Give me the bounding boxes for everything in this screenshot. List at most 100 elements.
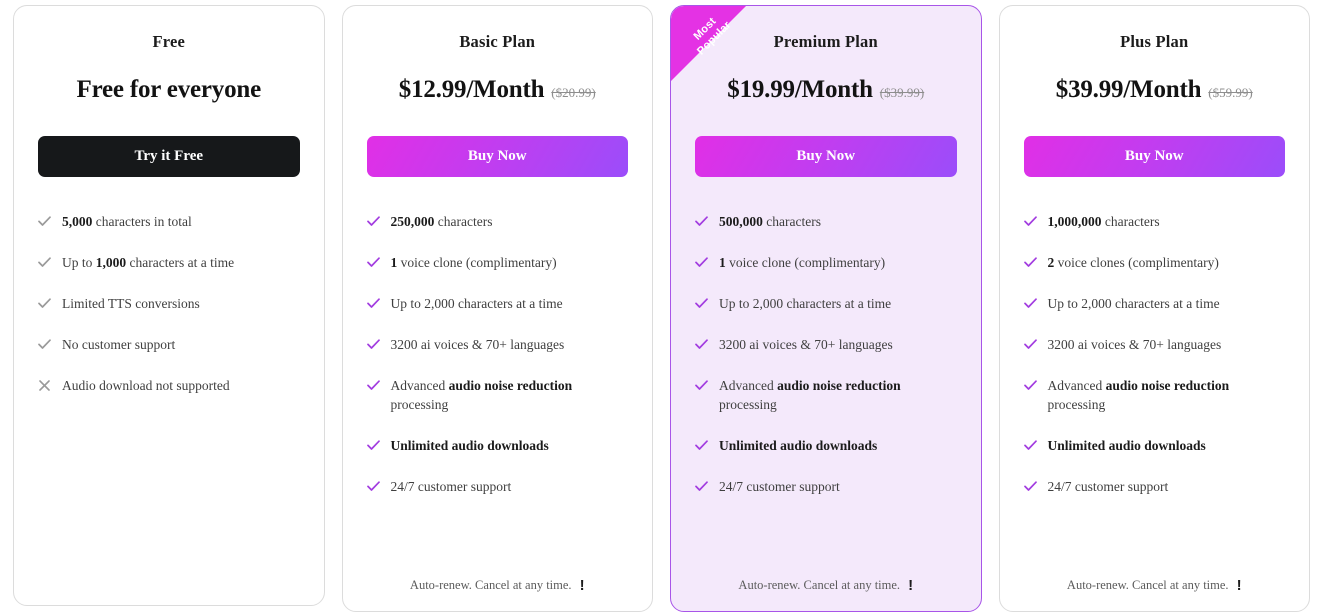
check-icon <box>695 212 708 231</box>
feature-label: Advanced audio noise reduction processin… <box>390 378 573 412</box>
feature-item: 3200 ai voices & 70+ languages <box>695 335 957 354</box>
feature-label: No customer support <box>62 337 176 352</box>
check-icon <box>366 436 380 455</box>
check-icon <box>695 253 708 272</box>
feature-item: Unlimited audio downloads <box>1023 436 1286 455</box>
check-icon <box>1023 294 1037 313</box>
feature-item: Unlimited audio downloads <box>695 436 957 455</box>
check-icon <box>366 376 380 395</box>
feature-label: Up to 2,000 characters at a time <box>719 296 892 311</box>
feature-item: Unlimited audio downloads <box>366 436 629 455</box>
pricing-plans-grid: Free Free for everyone Try it Free 5,000 ch… <box>0 0 1323 616</box>
check-icon <box>366 253 380 272</box>
feature-list: 250,000 characters 1 voice clone (complim… <box>366 212 629 570</box>
check-icon <box>1023 335 1037 354</box>
cta-button-plus[interactable]: Buy Now <box>1023 136 1285 177</box>
feature-label: Up to 1,000 characters at a time <box>62 255 235 270</box>
feature-item: Up to 2,000 characters at a time <box>366 294 629 313</box>
feature-item: Up to 1,000 characters at a time <box>38 253 300 272</box>
exclamation-icon[interactable]: ! <box>908 578 913 593</box>
auto-renew-label: Auto-renew. Cancel at any time. <box>1066 578 1229 592</box>
check-icon <box>38 212 51 231</box>
plan-price: Free for everyone <box>76 76 262 103</box>
auto-renew-note: Auto-renew. Cancel at any time.! <box>367 570 629 593</box>
check-icon <box>1023 212 1037 231</box>
feature-item: 3200 ai voices & 70+ languages <box>1023 335 1286 354</box>
feature-label: 5,000 characters in total <box>62 214 192 229</box>
plan-price-row: $12.99/Month ($20.99) <box>367 76 629 104</box>
plan-title: Premium Plan <box>773 32 878 51</box>
feature-item: 3200 ai voices & 70+ languages <box>366 335 629 354</box>
feature-item: Up to 2,000 characters at a time <box>1023 294 1286 313</box>
plan-card-basic: Basic Plan $12.99/Month ($20.99) Buy Now 250… <box>341 5 653 612</box>
plan-original-price: ($59.99) <box>1208 85 1253 100</box>
cta-button-basic[interactable]: Buy Now <box>366 136 628 177</box>
cta-button-premium[interactable]: Buy Now <box>695 136 957 177</box>
feature-item: 2 voice clones (complimentary) <box>1023 253 1286 272</box>
feature-item: 24/7 customer support <box>695 477 957 496</box>
feature-label: 24/7 customer support <box>719 479 840 494</box>
check-icon <box>366 477 380 496</box>
check-icon <box>38 253 51 272</box>
cta-button-free[interactable]: Try it Free <box>38 136 300 177</box>
feature-item: 24/7 customer support <box>1023 477 1286 496</box>
feature-item: 1,000,000 characters <box>1023 212 1286 231</box>
cross-icon <box>38 376 51 395</box>
feature-label: 500,000 characters <box>719 214 821 229</box>
plan-price: $39.99/Month <box>1055 76 1202 103</box>
check-icon <box>1023 253 1037 272</box>
exclamation-icon[interactable]: ! <box>580 578 585 593</box>
feature-label: Up to 2,000 characters at a time <box>390 296 563 311</box>
feature-item: 250,000 characters <box>366 212 629 231</box>
plan-price: $19.99/Month <box>727 76 873 103</box>
feature-list: 1,000,000 characters 2 voice clones (comp… <box>1023 212 1286 570</box>
feature-item: 500,000 characters <box>695 212 957 231</box>
check-icon <box>695 477 708 496</box>
plan-price-row: $39.99/Month ($59.99) <box>1024 76 1286 104</box>
plan-card-plus: Plus Plan $39.99/Month ($59.99) Buy Now 1,00… <box>998 5 1310 612</box>
feature-item: Audio download not supported <box>38 376 300 395</box>
plan-price: $12.99/Month <box>398 76 545 103</box>
feature-label: 3200 ai voices & 70+ languages <box>1047 337 1222 352</box>
auto-renew-label: Auto-renew. Cancel at any time. <box>738 578 901 592</box>
feature-label: 250,000 characters <box>390 214 493 229</box>
feature-item: Up to 2,000 characters at a time <box>695 294 957 313</box>
feature-item: Advanced audio noise reduction processin… <box>695 376 957 414</box>
feature-label: 24/7 customer support <box>1047 479 1169 494</box>
feature-label: Advanced audio noise reduction processin… <box>1047 378 1230 412</box>
plan-original-price: ($20.99) <box>551 85 596 100</box>
feature-item: Advanced audio noise reduction processin… <box>1023 376 1286 414</box>
feature-label: Limited TTS conversions <box>62 296 200 311</box>
feature-item: Advanced audio noise reduction processin… <box>366 376 629 414</box>
feature-label: Unlimited audio downloads <box>1047 438 1206 453</box>
feature-label: Up to 2,000 characters at a time <box>1047 296 1220 311</box>
feature-list: 500,000 characters 1 voice clone (complim… <box>695 212 957 570</box>
plan-card-premium: Most Popular Premium Plan $19.99/Month ($39.… <box>670 5 982 612</box>
check-icon <box>366 212 380 231</box>
feature-label: 1 voice clone (complimentary) <box>390 255 557 270</box>
feature-label: Audio download not supported <box>62 378 230 393</box>
check-icon <box>695 436 708 455</box>
check-icon <box>38 335 51 354</box>
plan-title: Basic Plan <box>459 32 536 51</box>
plan-price-row: Free for everyone <box>38 76 300 104</box>
plan-price-row: $19.99/Month ($39.99) <box>695 76 957 104</box>
check-icon <box>695 335 708 354</box>
check-icon <box>695 294 708 313</box>
check-icon <box>1023 376 1037 395</box>
feature-item: No customer support <box>38 335 300 354</box>
plan-card-free: Free Free for everyone Try it Free 5,000 ch… <box>13 5 325 606</box>
exclamation-icon[interactable]: ! <box>1237 578 1242 593</box>
feature-item: 1 voice clone (complimentary) <box>695 253 957 272</box>
feature-label: 24/7 customer support <box>390 479 512 494</box>
feature-label: 1,000,000 characters <box>1047 214 1160 229</box>
plan-original-price: ($39.99) <box>879 85 925 100</box>
feature-label: Unlimited audio downloads <box>719 438 878 453</box>
feature-item: 24/7 customer support <box>366 477 629 496</box>
check-icon <box>366 294 380 313</box>
check-icon <box>695 376 708 395</box>
feature-label: 2 voice clones (complimentary) <box>1047 255 1219 270</box>
check-icon <box>38 294 51 313</box>
check-icon <box>1023 477 1037 496</box>
feature-label: 1 voice clone (complimentary) <box>719 255 886 270</box>
